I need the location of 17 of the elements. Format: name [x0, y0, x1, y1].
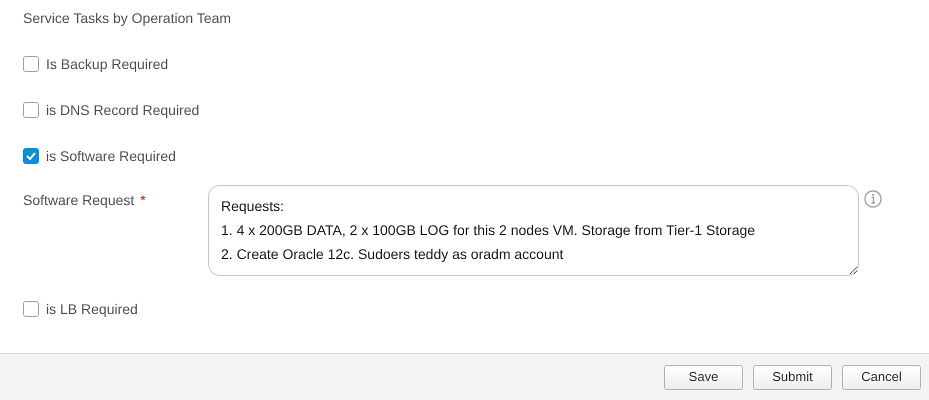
software-request-field[interactable]: Requests: 1. 4 x 200GB DATA, 2 x 100GB LOG for this 2 nodes VM. Storage from Tier-1 Storage 2. Create Oracle 12c. Sudoers teddy as oradm account: [208, 185, 859, 276]
checkmark-icon: [26, 152, 36, 160]
required-mark: *: [140, 191, 146, 210]
checkbox-label: is DNS Record Required: [46, 100, 200, 120]
checkbox[interactable]: [23, 102, 39, 118]
checkbox-label: is Software Required: [46, 146, 176, 166]
checkbox[interactable]: [23, 56, 39, 72]
checkbox-label: is LB Required: [46, 300, 138, 319]
info-icon[interactable]: [864, 190, 882, 208]
footer-button[interactable]: Submit: [753, 364, 832, 390]
checkbox[interactable]: [23, 148, 39, 164]
field-label: Software Request: [23, 191, 134, 210]
checkbox[interactable]: [23, 301, 39, 317]
footer-button[interactable]: Cancel: [842, 364, 921, 390]
section-title: Service Tasks by Operation Team: [23, 9, 232, 28]
footer-button[interactable]: Save: [664, 364, 743, 390]
checkbox-label: Is Backup Required: [46, 54, 168, 74]
